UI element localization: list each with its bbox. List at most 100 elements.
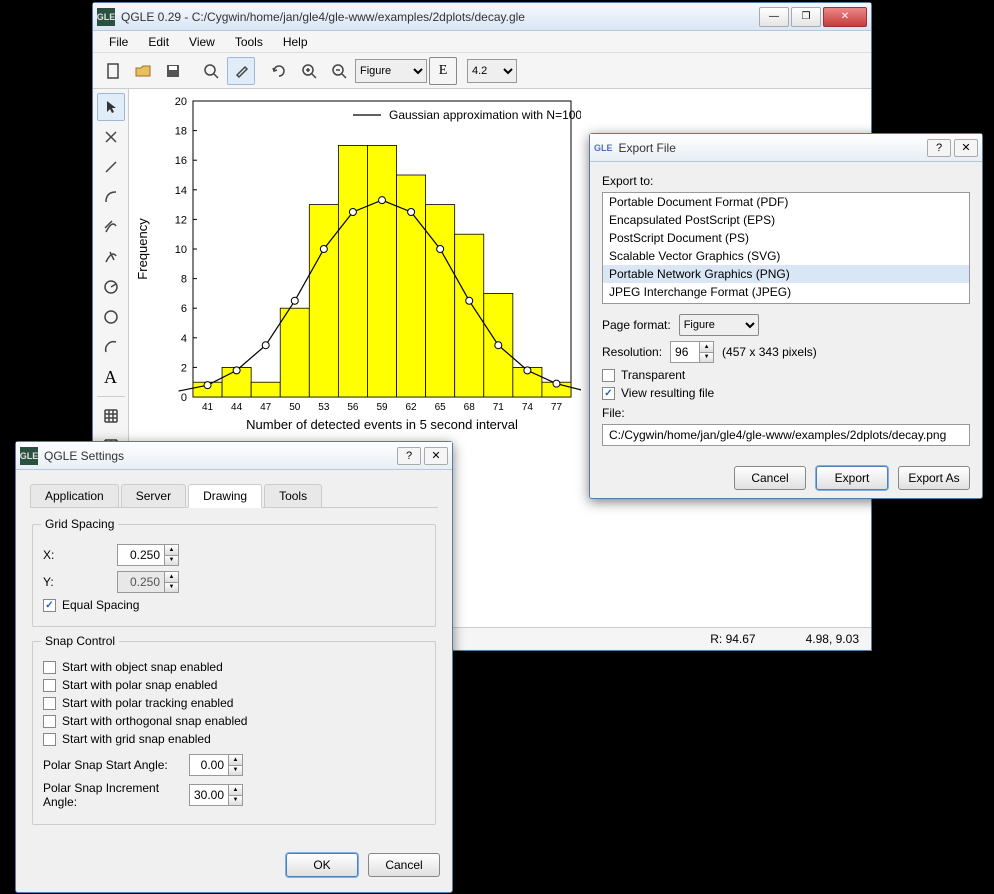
snap-control-group: Snap Control Start with object snap enab…: [32, 641, 436, 825]
perp-tool[interactable]: [97, 243, 125, 271]
chart-svg: 0246810121416182041444750535659626568717…: [133, 93, 581, 433]
maximize-button[interactable]: ❐: [791, 7, 821, 27]
pointer-tool[interactable]: [97, 93, 125, 121]
menu-view[interactable]: View: [179, 33, 225, 51]
export-titlebar[interactable]: GLE Export File ? ✕: [590, 134, 982, 162]
menu-file[interactable]: File: [99, 33, 138, 51]
app-icon: GLE: [594, 143, 613, 153]
zoom-in-button[interactable]: [295, 57, 323, 85]
line-tool[interactable]: [97, 153, 125, 181]
tab-drawing[interactable]: Drawing: [188, 484, 262, 508]
grid-tool[interactable]: [97, 402, 125, 430]
curve-tool[interactable]: [97, 183, 125, 211]
text-tool[interactable]: A: [97, 363, 125, 391]
equal-spacing-checkbox[interactable]: ✓: [43, 599, 56, 612]
help-button[interactable]: ?: [397, 447, 421, 465]
tab-tools[interactable]: Tools: [264, 484, 322, 507]
refresh-button[interactable]: [265, 57, 293, 85]
close-button[interactable]: ✕: [823, 7, 867, 27]
polar-incr-spinner[interactable]: ▲▼: [189, 784, 243, 806]
resolution-label: Resolution:: [602, 345, 662, 359]
minimize-button[interactable]: —: [759, 7, 789, 27]
format-option-0[interactable]: Portable Document Format (PDF): [603, 193, 969, 211]
polar-track-checkbox[interactable]: [43, 697, 56, 710]
zoom-button[interactable]: [197, 57, 225, 85]
menu-tools[interactable]: Tools: [225, 33, 273, 51]
settings-tabs: Application Server Drawing Tools: [30, 484, 438, 508]
x-tool[interactable]: [97, 123, 125, 151]
grid-snap-checkbox[interactable]: [43, 733, 56, 746]
tab-application[interactable]: Application: [30, 484, 119, 507]
ortho-snap-checkbox[interactable]: [43, 715, 56, 728]
svg-text:71: 71: [493, 402, 505, 413]
resolution-info: (457 x 343 pixels): [722, 345, 817, 359]
grid-x-input[interactable]: [118, 545, 164, 565]
svg-text:10: 10: [175, 244, 187, 256]
app-icon: GLE: [97, 8, 115, 26]
circle-tool[interactable]: [97, 303, 125, 331]
svg-text:14: 14: [175, 185, 187, 197]
equal-spacing-label: Equal Spacing: [62, 598, 139, 612]
svg-text:Gaussian approximation with N=: Gaussian approximation with N=100: [389, 108, 581, 122]
polar-start-spinner[interactable]: ▲▼: [189, 754, 243, 776]
export-cancel-button[interactable]: Cancel: [734, 466, 806, 490]
mode-select[interactable]: Figure: [355, 59, 427, 83]
grid-group-title: Grid Spacing: [41, 517, 118, 531]
circle-center-tool[interactable]: [97, 273, 125, 301]
main-title: QGLE 0.29 - C:/Cygwin/home/jan/gle4/gle-…: [121, 10, 757, 24]
export-as-button[interactable]: Export As: [898, 466, 970, 490]
svg-text:Frequency: Frequency: [135, 218, 150, 280]
svg-text:12: 12: [175, 214, 187, 226]
export-dialog: GLE Export File ? ✕ Export to: Portable …: [589, 133, 983, 499]
svg-text:47: 47: [260, 402, 272, 413]
open-button[interactable]: [129, 57, 157, 85]
svg-text:74: 74: [522, 402, 534, 413]
arc-tool[interactable]: [97, 333, 125, 361]
tangent-tool[interactable]: [97, 213, 125, 241]
export-button[interactable]: Export: [816, 466, 888, 490]
export-help-button[interactable]: ?: [927, 139, 951, 157]
transparent-checkbox[interactable]: [602, 369, 615, 382]
tab-server[interactable]: Server: [121, 484, 186, 507]
edit-drag-button[interactable]: [227, 57, 255, 85]
object-snap-checkbox[interactable]: [43, 661, 56, 674]
settings-titlebar[interactable]: GLE QGLE Settings ? ✕: [16, 442, 452, 470]
zoom-select[interactable]: 4.2: [467, 59, 517, 83]
menu-edit[interactable]: Edit: [138, 33, 179, 51]
settings-close-button[interactable]: ✕: [424, 447, 448, 465]
format-listbox[interactable]: Portable Document Format (PDF)Encapsulat…: [602, 192, 970, 304]
save-button[interactable]: [159, 57, 187, 85]
polar-incr-label: Polar Snap Increment Angle:: [43, 781, 181, 809]
settings-buttons: OK Cancel: [16, 845, 452, 885]
menu-help[interactable]: Help: [273, 33, 318, 51]
page-format-select[interactable]: Figure: [679, 314, 759, 336]
view-file-checkbox[interactable]: ✓: [602, 387, 615, 400]
main-titlebar[interactable]: GLE QGLE 0.29 - C:/Cygwin/home/jan/gle4/…: [93, 3, 871, 31]
svg-text:4: 4: [181, 333, 187, 345]
status-coords: 4.98, 9.03: [806, 632, 859, 646]
resolution-spinner[interactable]: ▲▼: [670, 341, 714, 363]
file-path-input[interactable]: [602, 424, 970, 446]
grid-x-spinner[interactable]: ▲▼: [117, 544, 179, 566]
export-close-button[interactable]: ✕: [954, 139, 978, 157]
settings-ok-button[interactable]: OK: [286, 853, 358, 877]
format-option-3[interactable]: Scalable Vector Graphics (SVG): [603, 247, 969, 265]
svg-text:20: 20: [175, 96, 187, 108]
format-option-2[interactable]: PostScript Document (PS): [603, 229, 969, 247]
svg-text:62: 62: [406, 402, 418, 413]
format-option-1[interactable]: Encapsulated PostScript (EPS): [603, 211, 969, 229]
svg-text:41: 41: [202, 402, 214, 413]
svg-text:0: 0: [181, 392, 187, 404]
polar-snap-checkbox[interactable]: [43, 679, 56, 692]
new-button[interactable]: [99, 57, 127, 85]
settings-cancel-button[interactable]: Cancel: [368, 853, 440, 877]
export-title: Export File: [619, 141, 924, 155]
format-option-4[interactable]: Portable Network Graphics (PNG): [603, 265, 969, 283]
svg-text:50: 50: [289, 402, 301, 413]
zoom-out-button[interactable]: [325, 57, 353, 85]
settings-title: QGLE Settings: [44, 449, 394, 463]
page-format-label: Page format:: [602, 318, 671, 332]
format-option-5[interactable]: JPEG Interchange Format (JPEG): [603, 283, 969, 301]
file-label: File:: [602, 406, 970, 420]
e-button[interactable]: E: [429, 57, 457, 85]
